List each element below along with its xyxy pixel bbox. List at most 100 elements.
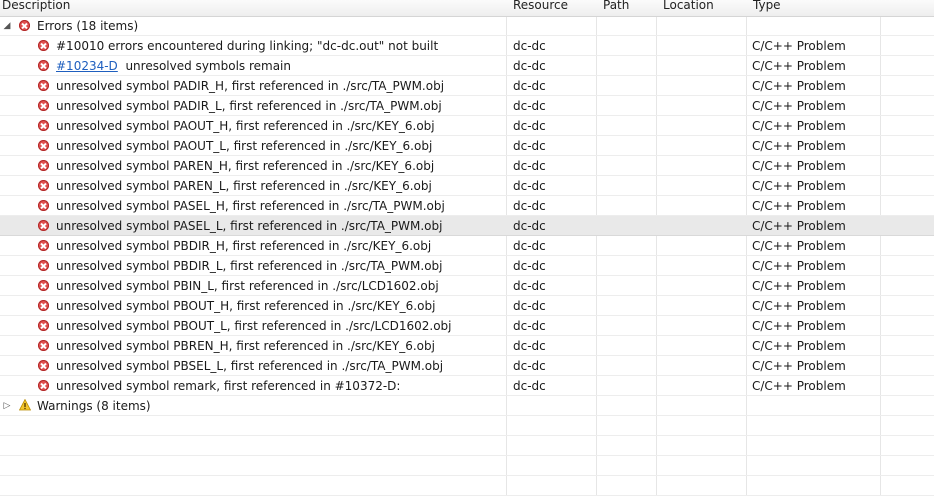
- problem-row[interactable]: unresolved symbol PBSEL_L, first referen…: [0, 356, 934, 376]
- problem-description: unresolved symbol PAREN_H, first referen…: [56, 159, 435, 173]
- problem-description: #10010 errors encountered during linking…: [56, 39, 439, 53]
- problem-resource: dc-dc: [513, 219, 546, 233]
- problem-row[interactable]: #10234-D unresolved symbols remain dc-dc C…: [0, 56, 934, 76]
- problem-description: unresolved symbol PAOUT_H, first referen…: [56, 119, 435, 133]
- problem-type: C/C++ Problem: [752, 79, 846, 93]
- problem-type: C/C++ Problem: [752, 199, 846, 213]
- error-icon: [38, 40, 49, 51]
- errors-group-label: Errors (18 items): [37, 19, 139, 33]
- problem-resource: dc-dc: [513, 99, 546, 113]
- problem-row[interactable]: unresolved symbol PADIR_L, first referen…: [0, 96, 934, 116]
- table-header: Description Resource Path Location Type: [0, 0, 934, 17]
- problem-row[interactable]: unresolved symbol PASEL_H, first referen…: [0, 196, 934, 216]
- problem-description: unresolved symbol PBOUT_H, first referen…: [56, 299, 436, 313]
- problem-resource: dc-dc: [513, 239, 546, 253]
- error-icon: [38, 160, 49, 171]
- warning-icon: [19, 399, 31, 411]
- problem-row[interactable]: unresolved symbol PBOUT_L, first referen…: [0, 316, 934, 336]
- error-icon: [38, 140, 49, 151]
- problem-type: C/C++ Problem: [752, 299, 846, 313]
- problem-description: unresolved symbol PADIR_H, first referen…: [56, 79, 445, 93]
- problem-type: C/C++ Problem: [752, 59, 846, 73]
- error-icon: [38, 320, 49, 331]
- error-icon: [38, 340, 49, 351]
- column-header-location[interactable]: Location: [663, 0, 714, 13]
- problem-resource: dc-dc: [513, 299, 546, 313]
- problem-description: unresolved symbol PBREN_H, first referen…: [56, 339, 435, 353]
- empty-row: [0, 436, 934, 456]
- errors-group-row[interactable]: ◢ Errors (18 items): [0, 16, 934, 36]
- problem-row[interactable]: unresolved symbol PASEL_L, first referen…: [0, 216, 934, 236]
- error-code-link[interactable]: #10234-D: [56, 59, 118, 73]
- problem-type: C/C++ Problem: [752, 119, 846, 133]
- problem-description-text: unresolved symbols remain: [125, 59, 291, 73]
- error-icon: [38, 80, 49, 91]
- problem-description: unresolved symbol PADIR_L, first referen…: [56, 99, 442, 113]
- problem-resource: dc-dc: [513, 59, 546, 73]
- error-icon: [38, 120, 49, 131]
- error-icon: [38, 100, 49, 111]
- problem-row[interactable]: unresolved symbol PBDIR_L, first referen…: [0, 256, 934, 276]
- problem-row[interactable]: unresolved symbol PBDIR_H, first referen…: [0, 236, 934, 256]
- problem-description: unresolved symbol remark, first referenc…: [56, 379, 401, 393]
- collapse-toggle-icon[interactable]: ▷: [2, 396, 12, 416]
- problem-resource: dc-dc: [513, 199, 546, 213]
- problem-row[interactable]: unresolved symbol PAOUT_H, first referen…: [0, 116, 934, 136]
- problem-description: unresolved symbol PASEL_H, first referen…: [56, 199, 445, 213]
- problem-row[interactable]: unresolved symbol PAREN_H, first referen…: [0, 156, 934, 176]
- problem-row[interactable]: unresolved symbol PADIR_H, first referen…: [0, 76, 934, 96]
- problem-type: C/C++ Problem: [752, 139, 846, 153]
- problem-row[interactable]: unresolved symbol PBOUT_H, first referen…: [0, 296, 934, 316]
- error-icon: [38, 360, 49, 371]
- problem-resource: dc-dc: [513, 159, 546, 173]
- problem-type: C/C++ Problem: [752, 339, 846, 353]
- warnings-group-label: Warnings (8 items): [37, 399, 151, 413]
- problem-row[interactable]: #10010 errors encountered during linking…: [0, 36, 934, 56]
- warnings-group-row[interactable]: ▷ Warnings (8 items): [0, 396, 934, 416]
- problem-resource: dc-dc: [513, 279, 546, 293]
- problem-description: unresolved symbol PBDIR_L, first referen…: [56, 259, 443, 273]
- problem-type: C/C++ Problem: [752, 39, 846, 53]
- problem-type: C/C++ Problem: [752, 239, 846, 253]
- problem-description: unresolved symbol PBIN_L, first referenc…: [56, 279, 439, 293]
- problem-row[interactable]: unresolved symbol PBREN_H, first referen…: [0, 336, 934, 356]
- problem-type: C/C++ Problem: [752, 219, 846, 233]
- problem-resource: dc-dc: [513, 379, 546, 393]
- problem-type: C/C++ Problem: [752, 319, 846, 333]
- problem-type: C/C++ Problem: [752, 359, 846, 373]
- problem-resource: dc-dc: [513, 39, 546, 53]
- error-icon: [19, 20, 30, 31]
- problem-description: #10234-D unresolved symbols remain: [56, 56, 291, 76]
- problem-description: unresolved symbol PBDIR_H, first referen…: [56, 239, 432, 253]
- error-icon: [38, 300, 49, 311]
- problem-resource: dc-dc: [513, 119, 546, 133]
- column-header-description[interactable]: Description: [2, 0, 70, 13]
- problem-resource: dc-dc: [513, 359, 546, 373]
- problem-description: unresolved symbol PASEL_L, first referen…: [56, 219, 443, 233]
- problem-description: unresolved symbol PAREN_L, first referen…: [56, 179, 432, 193]
- error-icon: [38, 240, 49, 251]
- problem-description: unresolved symbol PAOUT_L, first referen…: [56, 139, 433, 153]
- problem-type: C/C++ Problem: [752, 179, 846, 193]
- error-icon: [38, 280, 49, 291]
- column-header-path[interactable]: Path: [603, 0, 629, 13]
- error-icon: [38, 380, 49, 391]
- problem-row[interactable]: unresolved symbol PBIN_L, first referenc…: [0, 276, 934, 296]
- problem-type: C/C++ Problem: [752, 159, 846, 173]
- problem-row[interactable]: unresolved symbol PAREN_L, first referen…: [0, 176, 934, 196]
- problem-row[interactable]: unresolved symbol remark, first referenc…: [0, 376, 934, 396]
- problem-description: unresolved symbol PBSEL_L, first referen…: [56, 359, 444, 373]
- expand-toggle-icon[interactable]: ◢: [2, 16, 12, 36]
- error-icon: [38, 260, 49, 271]
- problem-resource: dc-dc: [513, 139, 546, 153]
- error-icon: [38, 200, 49, 211]
- problem-resource: dc-dc: [513, 259, 546, 273]
- problem-type: C/C++ Problem: [752, 259, 846, 273]
- error-icon: [38, 180, 49, 191]
- problem-row[interactable]: unresolved symbol PAOUT_L, first referen…: [0, 136, 934, 156]
- column-header-type[interactable]: Type: [753, 0, 781, 13]
- problem-resource: dc-dc: [513, 319, 546, 333]
- column-header-resource[interactable]: Resource: [513, 0, 568, 13]
- problem-resource: dc-dc: [513, 339, 546, 353]
- problem-type: C/C++ Problem: [752, 279, 846, 293]
